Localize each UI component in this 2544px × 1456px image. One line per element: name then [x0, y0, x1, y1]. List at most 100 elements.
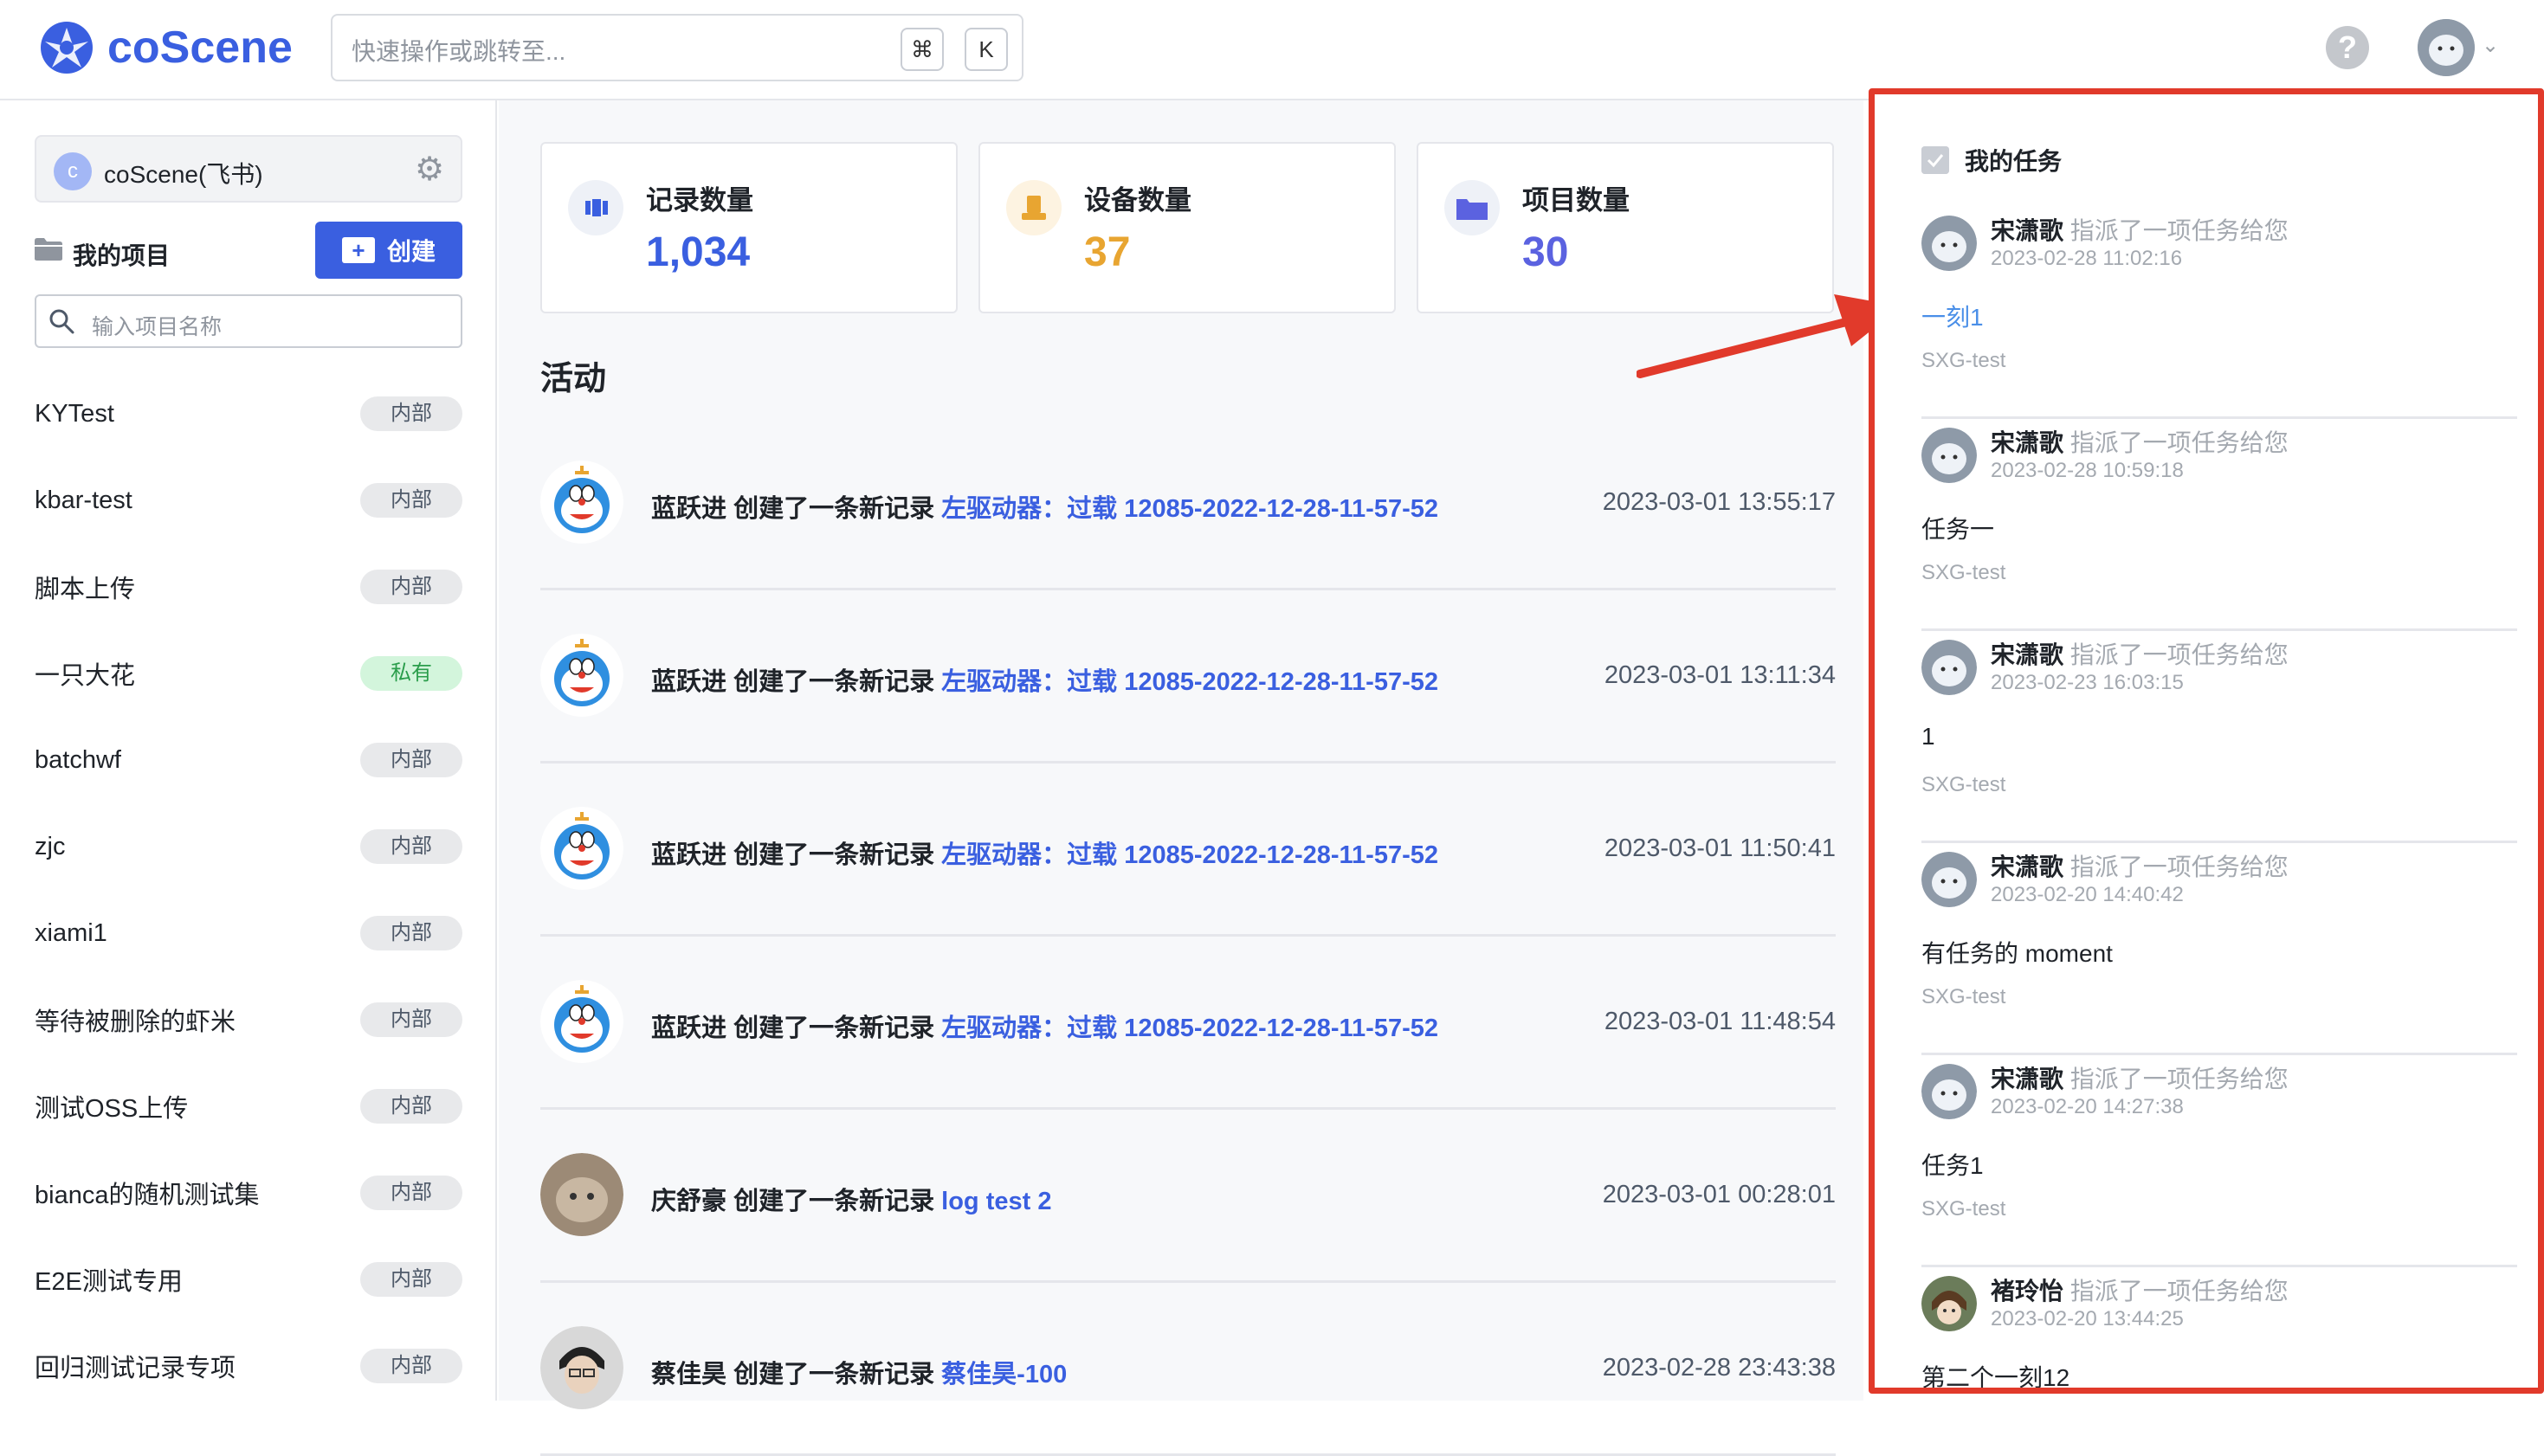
activity-time: 2023-02-28 23:43:38 [1602, 1354, 1836, 1382]
project-list-item[interactable]: 等待被删除的虾米 内部 [35, 976, 462, 1063]
activity-text: 蓝跃进 创建了一条新记录 左驱动器：过载 12085-2022-12-28-11… [651, 834, 1438, 871]
visibility-badge: 内部 [360, 916, 462, 950]
task-project: SXG-test [1921, 773, 2006, 796]
visibility-badge: 内部 [360, 1176, 462, 1210]
visibility-badge: 内部 [360, 570, 462, 604]
folder-icon [35, 238, 62, 261]
avatar [1921, 1064, 1977, 1119]
project-list-item[interactable]: 一只大花 私有 [35, 630, 462, 717]
task-item[interactable]: 宋潇歌 指派了一项任务给您 2023-02-20 14:40:42 有任务的 mom… [1921, 843, 2517, 1055]
avatar [1921, 852, 1977, 907]
avatar[interactable] [540, 980, 623, 1063]
task-title[interactable]: 有任务的 moment [1921, 935, 2113, 970]
org-avatar: c [54, 152, 92, 190]
activity-record-link[interactable]: 左驱动器：过载 12085-2022-12-28-11-57-52 [941, 841, 1438, 869]
stat-value: 30 [1522, 229, 1569, 275]
project-name: zjc [35, 832, 66, 860]
activity-record-link[interactable]: 左驱动器：过载 12085-2022-12-28-11-57-52 [941, 668, 1438, 696]
project-list-item[interactable]: kbar-test 内部 [35, 457, 462, 544]
activity-user[interactable]: 蔡佳昊 [651, 1361, 726, 1388]
top-header: coScene 快速操作或跳转至... ⌘ K ? ⌄ [0, 0, 2544, 100]
activity-user[interactable]: 蓝跃进 [651, 495, 726, 523]
activity-row: 庆舒豪 创建了一条新记录 log test 2 2023-03-01 00:28:… [540, 1110, 1836, 1283]
task-item[interactable]: 宋潇歌 指派了一项任务给您 2023-02-28 10:59:18 任务一 SXG-t… [1921, 419, 2517, 631]
avatar[interactable] [540, 1326, 623, 1409]
activity-time: 2023-03-01 13:11:34 [1604, 661, 1836, 689]
visibility-badge: 私有 [360, 656, 462, 691]
tasks-title: 我的任务 [1965, 148, 2063, 175]
chevron-down-icon[interactable]: ⌄ [2482, 33, 2499, 58]
activity-row: 蔡佳昊 创建了一条新记录 蔡佳昊-100 2023-02-28 23:43:38 [540, 1283, 1836, 1456]
create-button-label: 创建 [386, 238, 436, 265]
activity-record-link[interactable]: log test 2 [941, 1188, 1051, 1215]
stat-card-records[interactable]: 记录数量 1,034 [540, 142, 958, 313]
shortcut-cmd-key: ⌘ [901, 28, 944, 71]
main-content: 记录数量 1,034 设备数量 37 项目数量 30 活动 蓝跃进 创建了一条新… [499, 100, 1863, 1456]
task-time: 2023-02-20 14:40:42 [1991, 883, 2184, 906]
activity-record-link[interactable]: 左驱动器：过载 12085-2022-12-28-11-57-52 [941, 1015, 1438, 1042]
activity-user[interactable]: 庆舒豪 [651, 1188, 726, 1215]
task-title[interactable]: 1 [1921, 723, 1935, 751]
task-assign-line: 宋潇歌 指派了一项任务给您 [1991, 848, 2289, 883]
logo[interactable]: coScene [38, 17, 293, 78]
project-list-item[interactable]: zjc 内部 [35, 803, 462, 890]
help-icon[interactable]: ? [2326, 26, 2369, 69]
task-item[interactable]: 宋潇歌 指派了一项任务给您 2023-02-20 14:27:38 任务1 SXG-t… [1921, 1055, 2517, 1267]
activity-text: 庆舒豪 创建了一条新记录 log test 2 [651, 1181, 1051, 1217]
create-project-button[interactable]: + 创建 [315, 222, 462, 279]
global-search-input[interactable]: 快速操作或跳转至... ⌘ K [331, 14, 1023, 81]
task-assign-line: 宋潇歌 指派了一项任务给您 [1991, 424, 2289, 459]
task-assign-line: 宋潇歌 指派了一项任务给您 [1991, 212, 2289, 247]
activity-action: 创建了一条新记录 [733, 841, 935, 869]
task-assigner: 宋潇歌 [1991, 854, 2064, 880]
my-projects-header: 我的项目 + 创建 [35, 222, 462, 279]
project-list-item[interactable]: xiami1 内部 [35, 890, 462, 976]
activity-record-link[interactable]: 蔡佳昊-100 [941, 1361, 1067, 1388]
avatar[interactable] [540, 634, 623, 717]
user-avatar[interactable] [2418, 19, 2475, 76]
task-item[interactable]: 褚玲怡 指派了一项任务给您 2023-02-20 13:44:25 第二个一刻12 [1921, 1267, 2517, 1388]
avatar[interactable] [540, 1153, 623, 1236]
project-list: KYTest 内部 kbar-test 内部 脚本上传 内部 一只大花 私有 batchwf 内部… [35, 370, 462, 1409]
gear-icon[interactable]: ⚙ [412, 152, 447, 187]
project-name: xiami1 [35, 918, 107, 947]
avatar[interactable] [540, 461, 623, 544]
project-list-item[interactable]: batchwf 内部 [35, 717, 462, 803]
activity-user[interactable]: 蓝跃进 [651, 668, 726, 696]
project-list-item[interactable]: 回归测试记录专项 内部 [35, 1323, 462, 1409]
activity-user[interactable]: 蓝跃进 [651, 841, 726, 869]
visibility-badge: 内部 [360, 1349, 462, 1383]
project-list-item[interactable]: E2E测试专用 内部 [35, 1236, 462, 1323]
task-time: 2023-02-20 14:27:38 [1991, 1095, 2184, 1118]
project-name: 回归测试记录专项 [35, 1355, 236, 1382]
stat-card-projects[interactable]: 项目数量 30 [1417, 142, 1834, 313]
task-title[interactable]: 任务1 [1921, 1147, 1984, 1182]
task-project: SXG-test [1921, 349, 2006, 372]
project-name: batchwf [35, 745, 121, 774]
task-title[interactable]: 一刻1 [1921, 299, 1984, 333]
task-title[interactable]: 任务一 [1921, 511, 1994, 545]
project-search-placeholder: 输入项目名称 [92, 315, 223, 339]
task-action: 指派了一项任务给您 [2069, 1278, 2289, 1305]
project-name: 一只大花 [35, 662, 136, 690]
task-item[interactable]: 宋潇歌 指派了一项任务给您 2023-02-23 16:03:15 1 SXG-tes… [1921, 631, 2517, 843]
task-item[interactable]: 宋潇歌 指派了一项任务给您 2023-02-28 11:02:16 一刻1 SXG-t… [1921, 207, 2517, 419]
avatar[interactable] [540, 807, 623, 890]
project-name: KYTest [35, 399, 114, 428]
project-search-input[interactable]: 输入项目名称 [35, 294, 462, 348]
sidebar: c coScene(飞书) ⚙ 我的项目 + 创建 输入项目名称 KYTest 内… [0, 100, 497, 1401]
shortcut-k-key: K [965, 28, 1008, 71]
task-title[interactable]: 第二个一刻12 [1921, 1359, 2069, 1388]
project-list-item[interactable]: 测试OSS上传 内部 [35, 1063, 462, 1150]
project-list-item[interactable]: bianca的随机测试集 内部 [35, 1150, 462, 1236]
video-icon [568, 180, 623, 235]
project-list-item[interactable]: KYTest 内部 [35, 370, 462, 457]
activity-record-link[interactable]: 左驱动器：过载 12085-2022-12-28-11-57-52 [941, 495, 1438, 523]
task-assigner: 宋潇歌 [1991, 429, 2064, 456]
my-tasks-panel: 我的任务 宋潇歌 指派了一项任务给您 2023-02-28 11:02:16 一刻1… [1869, 88, 2544, 1394]
org-switcher[interactable]: c coScene(飞书) ⚙ [35, 135, 462, 203]
stat-card-devices[interactable]: 设备数量 37 [978, 142, 1396, 313]
activity-user[interactable]: 蓝跃进 [651, 1015, 726, 1042]
project-list-item[interactable]: 脚本上传 内部 [35, 544, 462, 630]
task-action: 指派了一项任务给您 [2069, 854, 2289, 880]
